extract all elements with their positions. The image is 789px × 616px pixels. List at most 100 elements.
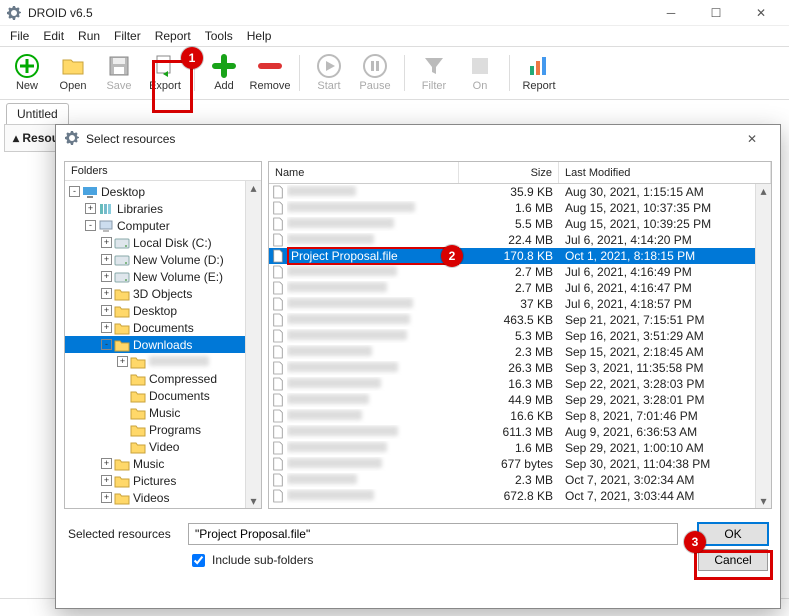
expand-icon[interactable]: + [101,254,112,265]
file-size: 26.3 MB [459,361,559,375]
expand-icon[interactable]: + [101,288,112,299]
expand-icon[interactable]: + [101,458,112,469]
file-row[interactable]: 1.6 MBAug 15, 2021, 10:37:35 PM [269,200,755,216]
ok-button[interactable]: OK [698,523,768,545]
callout-box-3 [694,550,773,580]
file-row[interactable]: 44.9 MBSep 29, 2021, 3:28:01 PM [269,392,755,408]
tree-node[interactable]: + [65,353,245,370]
tree-node[interactable]: +Desktop [65,302,245,319]
file-row[interactable]: 2.7 MBJul 6, 2021, 4:16:49 PM [269,264,755,280]
file-row[interactable]: 677 bytesSep 30, 2021, 11:04:38 PM [269,456,755,472]
file-row[interactable]: 16.3 MBSep 22, 2021, 3:28:03 PM [269,376,755,392]
file-row[interactable]: 5.3 MBSep 16, 2021, 3:51:29 AM [269,328,755,344]
tree-node[interactable]: +Videos [65,489,245,506]
scroll-down-icon[interactable]: ▾ [247,494,261,508]
file-modified: Sep 29, 2021, 3:28:01 PM [559,393,755,407]
tree-node[interactable]: +New Volume (D:) [65,251,245,268]
file-name [287,217,459,231]
file-row[interactable]: 37 KBJul 6, 2021, 4:18:57 PM [269,296,755,312]
list-scrollbar[interactable]: ▴ ▾ [755,184,771,508]
new-button[interactable]: New [6,49,48,97]
col-name[interactable]: Name [269,162,459,183]
menu-tools[interactable]: Tools [199,27,239,45]
selected-resources-field[interactable] [188,523,678,545]
file-row[interactable]: 463.5 KBSep 21, 2021, 7:15:51 PM [269,312,755,328]
tree-node[interactable]: Music [65,404,245,421]
tree-node[interactable]: Compressed [65,370,245,387]
file-name: Project Proposal.file [287,247,459,265]
main-titlebar: DROID v6.5 ─ ☐ ✕ [0,0,789,26]
tree-node[interactable]: +Libraries [65,200,245,217]
tree-node[interactable]: -Computer [65,217,245,234]
expand-icon[interactable]: + [117,356,128,367]
tree-node[interactable]: +Local Disk (C:) [65,234,245,251]
scroll-up-icon[interactable]: ▴ [247,181,261,195]
file-row[interactable]: 611.3 MBAug 9, 2021, 6:36:53 AM [269,424,755,440]
tree-node[interactable]: +Pictures [65,472,245,489]
remove-button[interactable]: Remove [249,49,291,97]
folder-tree[interactable]: -Desktop+Libraries-Computer+Local Disk (… [65,181,245,508]
include-subfolders-input[interactable] [192,554,205,567]
expand-icon[interactable]: + [101,271,112,282]
open-button[interactable]: Open [52,49,94,97]
minimize-button[interactable]: ─ [649,1,693,25]
maximize-button[interactable]: ☐ [694,1,738,25]
expand-icon[interactable]: + [85,203,96,214]
expand-icon[interactable]: + [101,322,112,333]
file-row[interactable]: 5.5 MBAug 15, 2021, 10:39:25 PM [269,216,755,232]
file-icon [269,201,287,215]
file-row[interactable]: Project Proposal.file170.8 KBOct 1, 2021… [269,248,755,264]
collapse-icon[interactable]: - [85,220,96,231]
expand-icon[interactable]: + [101,305,112,316]
save-button[interactable]: Save [98,49,140,97]
file-icon [269,329,287,343]
file-row[interactable]: 35.9 KBAug 30, 2021, 1:15:15 AM [269,184,755,200]
file-row[interactable]: 1.6 MBSep 29, 2021, 1:00:10 AM [269,440,755,456]
file-row[interactable]: 672.8 KBOct 7, 2021, 3:03:44 AM [269,488,755,504]
menu-edit[interactable]: Edit [37,27,70,45]
menu-file[interactable]: File [4,27,35,45]
filter-on-button[interactable]: On [459,49,501,97]
file-row[interactable]: 26.3 MBSep 3, 2021, 11:35:58 PM [269,360,755,376]
expand-icon[interactable]: + [101,475,112,486]
pause-button[interactable]: Pause [354,49,396,97]
tree-node[interactable]: +Music [65,455,245,472]
expand-icon[interactable]: + [101,492,112,503]
collapse-icon[interactable]: - [101,339,112,350]
start-button[interactable]: Start [308,49,350,97]
file-row[interactable]: 16.6 KBSep 8, 2021, 7:01:46 PM [269,408,755,424]
menu-help[interactable]: Help [241,27,278,45]
scroll-down-icon[interactable]: ▾ [757,494,771,508]
file-row[interactable]: 22.4 MBJul 6, 2021, 4:14:20 PM [269,232,755,248]
menu-filter[interactable]: Filter [108,27,147,45]
menu-run[interactable]: Run [72,27,106,45]
tree-node[interactable]: +Documents [65,319,245,336]
tab-untitled[interactable]: Untitled [6,103,69,124]
tree-node[interactable]: -Desktop [65,183,245,200]
filter-button[interactable]: Filter [413,49,455,97]
scroll-up-icon[interactable]: ▴ [757,184,771,198]
report-button[interactable]: Report [518,49,560,97]
tree-node[interactable]: Documents [65,387,245,404]
close-button[interactable]: ✕ [739,1,783,25]
folder-icon [114,457,130,471]
dialog-close-button[interactable]: ✕ [732,127,772,151]
menu-report[interactable]: Report [149,27,197,45]
add-button[interactable]: Add [203,49,245,97]
expand-icon[interactable]: + [101,237,112,248]
tree-node[interactable]: +New Volume (E:) [65,268,245,285]
tree-node[interactable]: +3D Objects [65,285,245,302]
col-modified[interactable]: Last Modified [559,162,771,183]
tree-node[interactable]: Programs [65,421,245,438]
file-row[interactable]: 2.7 MBJul 6, 2021, 4:16:47 PM [269,280,755,296]
tree-node[interactable]: -Downloads [65,336,245,353]
tree-scrollbar[interactable]: ▴ ▾ [245,181,261,508]
file-row[interactable]: 2.3 MBOct 7, 2021, 3:02:34 AM [269,472,755,488]
include-subfolders-checkbox[interactable]: Include sub-folders [188,551,313,570]
file-row[interactable]: 2.3 MBSep 15, 2021, 2:18:45 AM [269,344,755,360]
file-size: 2.7 MB [459,281,559,295]
collapse-icon[interactable]: - [69,186,80,197]
tree-node[interactable]: Video [65,438,245,455]
file-list[interactable]: 35.9 KBAug 30, 2021, 1:15:15 AM1.6 MBAug… [269,184,755,508]
col-size[interactable]: Size [459,162,559,183]
